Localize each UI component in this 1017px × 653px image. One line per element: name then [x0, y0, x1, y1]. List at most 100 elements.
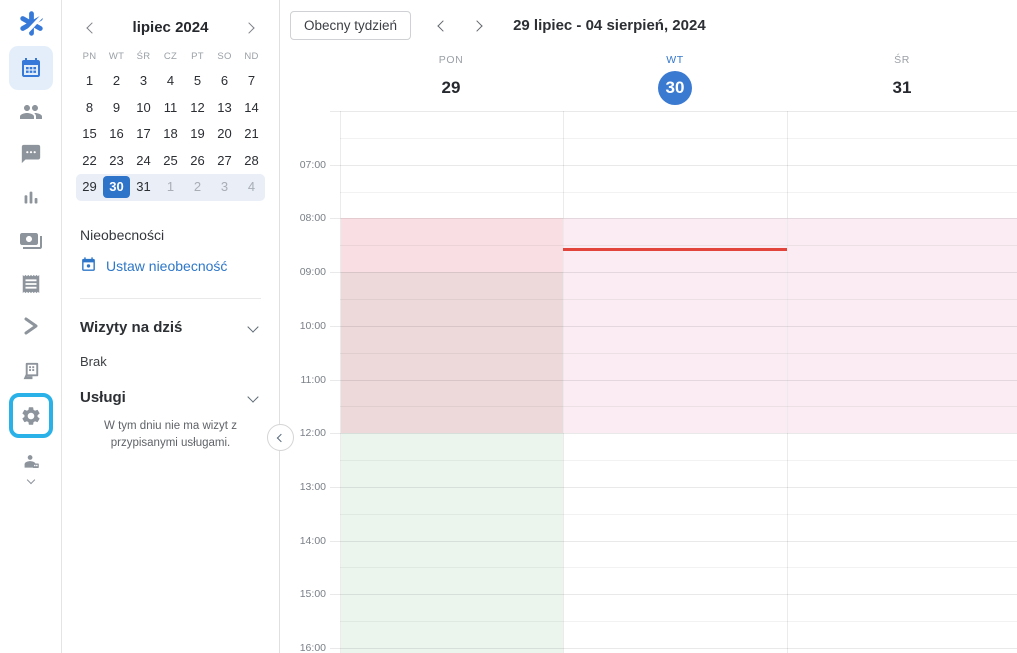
time-label: 13:00: [280, 481, 326, 493]
terminal-icon: [20, 360, 43, 383]
rail-item-settings[interactable]: [0, 392, 62, 439]
rail-item-receipts[interactable]: [0, 270, 62, 298]
rail-item-patients[interactable]: [0, 98, 62, 126]
mini-day-cell[interactable]: 12: [184, 97, 211, 119]
day-header-pon[interactable]: PON29: [434, 54, 468, 105]
mini-day-cell[interactable]: 7: [238, 70, 265, 92]
mini-calendar-next-button[interactable]: [241, 16, 257, 39]
mini-day-cell[interactable]: 4: [238, 176, 265, 198]
mini-day-cell[interactable]: 17: [130, 123, 157, 145]
mini-day-cell[interactable]: 1: [157, 176, 184, 198]
rail-item-organization[interactable]: [0, 450, 62, 476]
patients-icon: [19, 100, 43, 124]
mini-day-cell[interactable]: 24: [130, 150, 157, 172]
mini-calendar-week: 891011121314: [76, 95, 265, 122]
absence-calendar-icon: [80, 256, 97, 276]
mini-day-cell[interactable]: 19: [184, 123, 211, 145]
mini-day-cell[interactable]: 1: [76, 70, 103, 92]
mini-calendar-title: lipiec 2024: [133, 19, 209, 36]
time-label: 16:00: [280, 642, 326, 653]
chevron-left-icon: [437, 20, 448, 31]
day-header-śr[interactable]: ŚR31: [885, 54, 919, 105]
grid-line: [340, 353, 1017, 354]
rail-item-statistics[interactable]: [0, 184, 62, 212]
day-headers: PON29 WT30 ŚR31: [280, 52, 1017, 110]
mini-day-cell[interactable]: 14: [238, 97, 265, 119]
mini-day-cell[interactable]: 23: [103, 150, 130, 172]
mini-day-cell[interactable]: 28: [238, 150, 265, 172]
chevron-right-icon: [243, 22, 254, 33]
statistics-icon: [20, 187, 42, 209]
day-header-wt[interactable]: WT30: [658, 54, 692, 105]
receipt-icon: [20, 273, 42, 295]
day-name-label: ŚR: [894, 54, 910, 66]
grid-line: [340, 621, 1017, 622]
organization-expander[interactable]: [0, 474, 62, 486]
mini-calendar-week: 1234567: [76, 68, 265, 95]
rail-item-send[interactable]: [0, 312, 62, 340]
time-label: 09:00: [280, 266, 326, 278]
mini-day-name: PN: [76, 51, 103, 62]
services-section-toggle[interactable]: Usługi: [72, 369, 269, 406]
column-border: [787, 111, 788, 653]
mini-day-cell[interactable]: 2: [184, 176, 211, 198]
column-border: [563, 111, 564, 653]
services-title: Usługi: [80, 389, 126, 406]
mini-day-cell[interactable]: 5: [184, 70, 211, 92]
chevron-left-icon: [276, 433, 284, 441]
calendar-icon: [9, 46, 53, 90]
icon-rail: [0, 0, 62, 653]
mini-day-cell[interactable]: 2: [103, 70, 130, 92]
mini-day-cell[interactable]: 27: [211, 150, 238, 172]
mini-day-cell[interactable]: 26: [184, 150, 211, 172]
mini-day-name: SO: [211, 51, 238, 62]
mini-day-cell[interactable]: 8: [76, 97, 103, 119]
time-label: 15:00: [280, 588, 326, 600]
mini-day-cell[interactable]: 10: [130, 97, 157, 119]
mini-day-cell[interactable]: 13: [211, 97, 238, 119]
set-absence-link[interactable]: Ustaw nieobecność: [72, 243, 269, 276]
mini-day-cell[interactable]: 11: [157, 97, 184, 119]
calendar-area: Obecny tydzień 29 lipiec - 04 sierpień, …: [280, 0, 1017, 653]
mini-calendar-prev-button[interactable]: [84, 16, 100, 39]
rail-item-chat[interactable]: [0, 140, 62, 168]
mini-day-cell[interactable]: 18: [157, 123, 184, 145]
rail-item-terminal[interactable]: [0, 356, 62, 386]
absences-title: Nieobecności: [72, 201, 269, 243]
mini-day-cell[interactable]: 9: [103, 97, 130, 119]
week-grid[interactable]: 07:0008:0009:0010:0011:0012:0013:0014:00…: [280, 111, 1017, 653]
mini-day-cell[interactable]: 30: [103, 176, 130, 198]
rail-item-calendar[interactable]: [0, 45, 62, 91]
mini-day-cell[interactable]: 15: [76, 123, 103, 145]
mini-day-cell[interactable]: 3: [211, 176, 238, 198]
mini-calendar: lipiec 2024 PNWTŚRCZPTSOND 1234567891011…: [62, 0, 279, 201]
mini-day-cell[interactable]: 22: [76, 150, 103, 172]
mini-day-cell[interactable]: 3: [130, 70, 157, 92]
grid-line: [330, 487, 1017, 488]
mini-day-cell[interactable]: 31: [130, 176, 157, 198]
panel-collapse-button[interactable]: [267, 424, 294, 451]
visits-section-toggle[interactable]: Wizyty na dziś: [72, 299, 269, 336]
mini-day-cell[interactable]: 6: [211, 70, 238, 92]
current-time-indicator: [563, 248, 787, 251]
current-week-button[interactable]: Obecny tydzień: [290, 11, 411, 40]
mini-day-cell[interactable]: 4: [157, 70, 184, 92]
grid-line: [340, 406, 1017, 407]
mini-day-cell[interactable]: 29: [76, 176, 103, 198]
grid-line: [330, 326, 1017, 327]
mini-day-cell[interactable]: 20: [211, 123, 238, 145]
mini-calendar-week: 2930311234: [76, 174, 265, 201]
mini-day-cell[interactable]: 16: [103, 123, 130, 145]
prev-week-button[interactable]: [433, 12, 453, 39]
settings-highlight-box: [9, 393, 53, 438]
next-week-button[interactable]: [467, 12, 487, 39]
mini-day-cell[interactable]: 21: [238, 123, 265, 145]
mini-day-cell[interactable]: 25: [157, 150, 184, 172]
time-label: 10:00: [280, 320, 326, 332]
time-label: 07:00: [280, 159, 326, 171]
day-number-label: 30: [658, 71, 692, 105]
mini-calendar-week: 22232425262728: [76, 148, 265, 175]
rail-item-payments[interactable]: [0, 227, 62, 255]
time-label: 14:00: [280, 535, 326, 547]
mini-day-name: ŚR: [130, 51, 157, 62]
